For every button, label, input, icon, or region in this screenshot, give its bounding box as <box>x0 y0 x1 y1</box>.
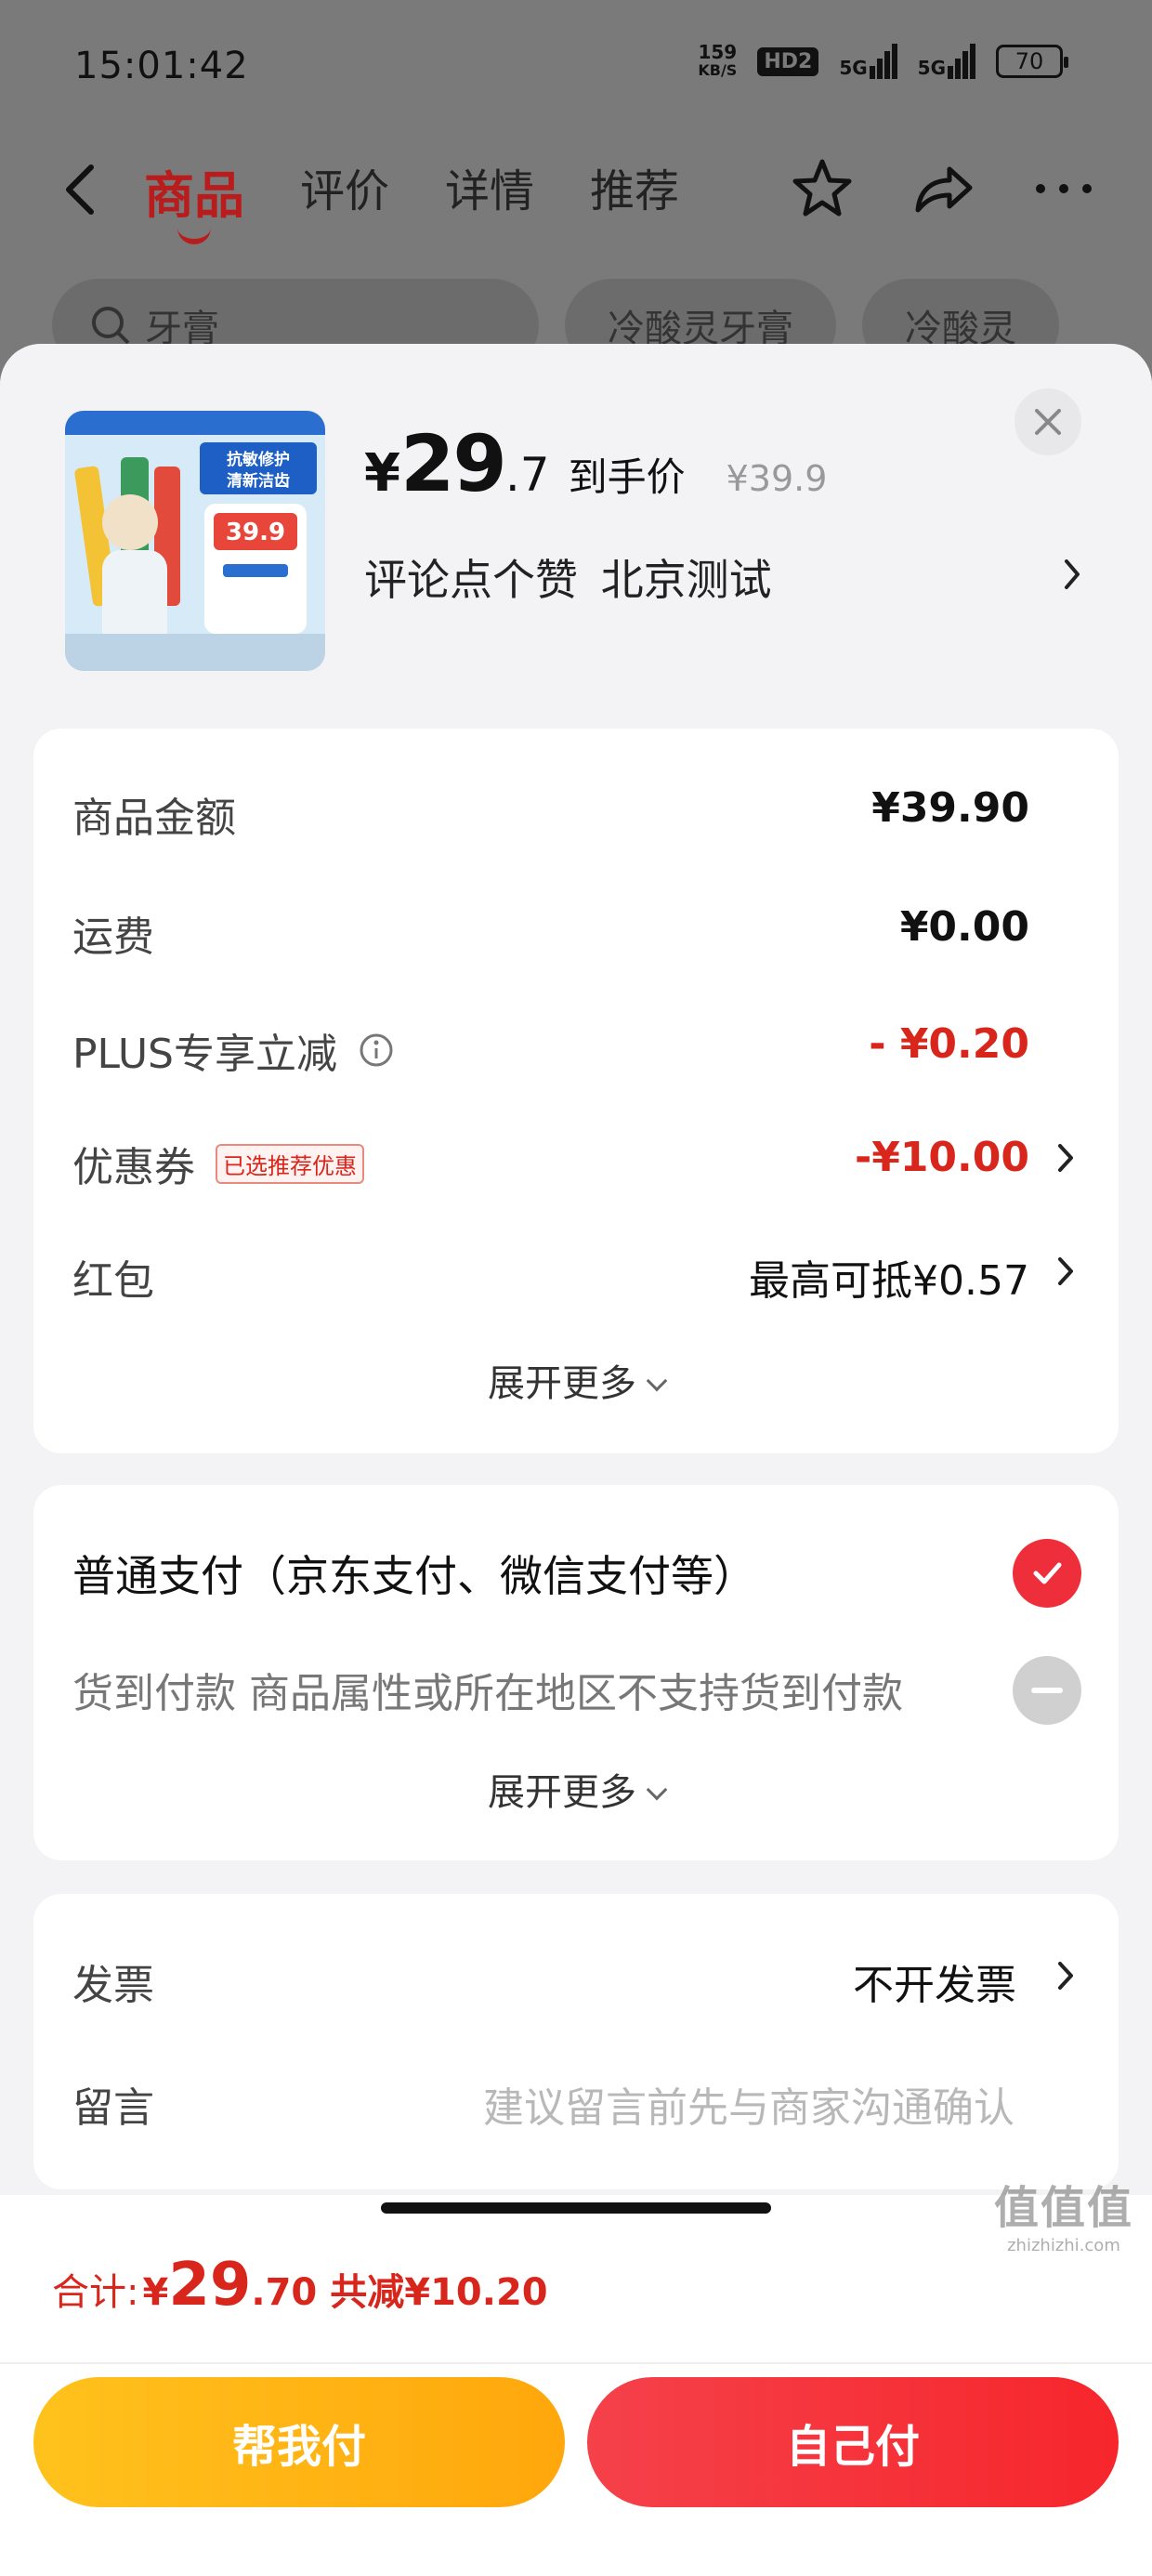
signal-icon: 5G <box>918 44 975 79</box>
self-pay-button[interactable]: 自己付 <box>587 2377 1119 2507</box>
row-red-packet[interactable]: 红包 最高可抵¥0.57 <box>33 1236 1119 1310</box>
network-speed: 159 KB/S <box>698 41 738 79</box>
row-shipping: 运费 ¥0.00 <box>72 903 1029 961</box>
svg-text:39.9: 39.9 <box>226 519 285 546</box>
nav-actions <box>790 156 1096 221</box>
tab-reviews[interactable]: 评价 <box>300 154 389 228</box>
tab-recommend[interactable]: 推荐 <box>590 154 679 228</box>
search-icon <box>92 307 130 345</box>
payment-option-cod: 货到付款 商品属性或所在地区不支持货到付款 <box>72 1647 1081 1730</box>
product-summary: 抗敏修护 清新洁齿 39.9 ¥ 29 .7 到手价 ¥39.9 评论点个赞 北… <box>0 344 1152 706</box>
toothpaste-image: 抗敏修护 清新洁齿 39.9 <box>65 411 325 671</box>
invoice-value: 不开发票 <box>853 1962 1016 2009</box>
back-arrow-icon[interactable] <box>58 162 104 217</box>
order-total: 合计: ¥ 29 .70 共减¥10.20 <box>52 2251 548 2320</box>
shipping-value: ¥0.00 <box>899 903 1029 951</box>
close-button[interactable] <box>1015 388 1081 455</box>
coupon-badge: 已选推荐优惠 <box>216 1143 364 1184</box>
plus-discount-value: - ¥0.20 <box>869 1020 1029 1068</box>
status-bar: 15:01:42 159 KB/S HD2 5G 5G 70 <box>0 0 1152 139</box>
row-message[interactable]: 留言 建议留言前先与商家沟通确认 <box>33 2063 1119 2137</box>
payment-method-card: 普通支付（京东支付、微信支付等） 货到付款 商品属性或所在地区不支持货到付款 展… <box>33 1485 1119 1860</box>
product-spec[interactable]: 评论点个赞 北京测试 <box>364 546 772 608</box>
message-input[interactable]: 建议留言前先与商家沟通确认 <box>483 2074 1015 2134</box>
price-symbol: ¥ <box>364 443 400 504</box>
price-decimal: .7 <box>504 448 550 502</box>
price-breakdown-card: 商品金额 ¥39.90 运费 ¥0.00 PLUS专享立减 - ¥0.20 优惠… <box>33 729 1119 1453</box>
tab-product[interactable]: 商品 <box>144 154 244 244</box>
row-invoice[interactable]: 发票 不开发票 <box>33 1940 1119 2015</box>
chevron-right-icon[interactable] <box>1055 1141 1076 1175</box>
status-time: 15:01:42 <box>74 45 249 87</box>
close-icon <box>1035 409 1061 435</box>
row-goods-amount: 商品金额 ¥39.90 <box>72 784 1029 842</box>
battery-icon: 70 <box>996 45 1068 78</box>
disabled-icon <box>1013 1656 1081 1725</box>
row-plus-discount: PLUS专享立减 - ¥0.20 <box>72 1020 1029 1078</box>
payment-option-normal[interactable]: 普通支付（京东支付、微信支付等） <box>72 1530 1081 1613</box>
svg-text:抗敏修护: 抗敏修护 <box>227 450 290 469</box>
chevron-right-icon[interactable] <box>1055 1959 1076 1992</box>
more-icon[interactable] <box>1031 156 1096 221</box>
nav-tabs: 商品 评价 详情 推荐 <box>144 154 679 244</box>
price-integer: 29 <box>399 418 507 509</box>
chevron-right-icon[interactable] <box>1061 556 1083 593</box>
total-saved: 共减¥10.20 <box>330 2271 548 2314</box>
signal-icon: 5G <box>839 44 897 79</box>
hd-icon: HD2 <box>757 46 819 76</box>
checkout-sheet: 抗敏修护 清新洁齿 39.9 ¥ 29 .7 到手价 ¥39.9 评论点个赞 北… <box>0 344 1152 2576</box>
coupon-value: -¥10.00 <box>854 1134 1029 1181</box>
info-icon[interactable] <box>358 1032 395 1069</box>
home-indicator[interactable] <box>381 2202 771 2214</box>
expand-more-payment[interactable]: 展开更多 <box>33 1762 1119 1816</box>
row-coupon[interactable]: 优惠券 已选推荐优惠 -¥10.00 <box>33 1123 1119 1197</box>
final-price-tag: 到手价 <box>568 454 686 500</box>
status-icons: 159 KB/S HD2 5G 5G 70 <box>698 41 1068 80</box>
product-thumbnail: 抗敏修护 清新洁齿 39.9 <box>65 411 325 671</box>
chevron-right-icon[interactable] <box>1055 1255 1076 1288</box>
watermark: 值值值 zhizhizhi.com <box>993 2182 1133 2255</box>
help-pay-button[interactable]: 帮我付 <box>33 2377 565 2507</box>
svg-text:清新洁齿: 清新洁齿 <box>227 471 290 491</box>
checkout-footer: 合计: ¥ 29 .70 共减¥10.20 帮我付 自己付 <box>0 2195 1152 2576</box>
check-icon[interactable] <box>1013 1539 1081 1608</box>
star-icon[interactable] <box>790 156 855 221</box>
tab-details[interactable]: 详情 <box>445 154 534 228</box>
price-line: ¥ 29 .7 到手价 ¥39.9 <box>364 418 827 509</box>
chevron-down-icon <box>646 1779 668 1801</box>
red-packet-value: 最高可抵¥0.57 <box>749 1257 1029 1305</box>
invoice-message-card: 发票 不开发票 留言 建议留言前先与商家沟通确认 <box>33 1894 1119 2189</box>
share-icon[interactable] <box>910 156 975 221</box>
product-nav-bar: 商品 评价 详情 推荐 <box>0 139 1152 244</box>
expand-more-fees[interactable]: 展开更多 <box>33 1353 1119 1407</box>
divider <box>0 2362 1152 2364</box>
chevron-down-icon <box>646 1370 668 1392</box>
goods-amount-value: ¥39.90 <box>871 784 1029 832</box>
original-price: ¥39.9 <box>726 458 828 499</box>
